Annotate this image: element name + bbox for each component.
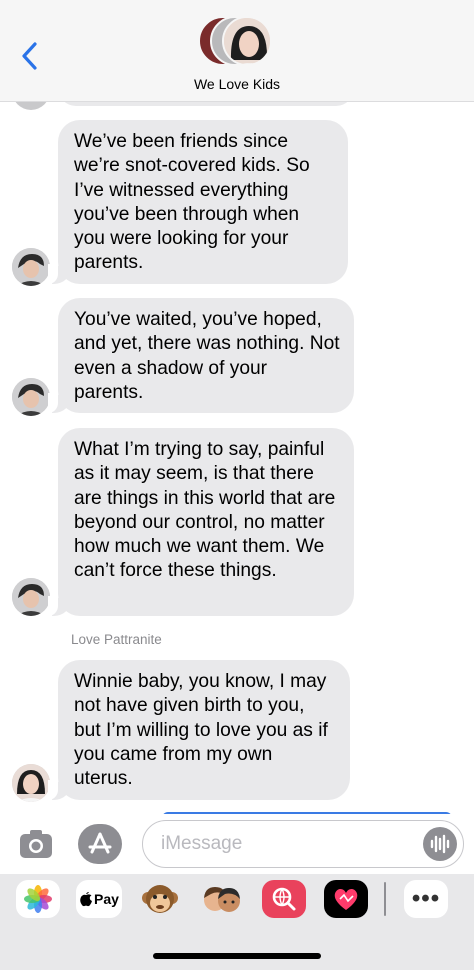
person-avatar-icon xyxy=(12,578,50,616)
conversation-header: We Love Kids xyxy=(0,0,474,102)
camera-button[interactable] xyxy=(16,826,56,862)
more-icon: ••• xyxy=(411,885,441,912)
app-store-button[interactable] xyxy=(78,824,122,864)
photos-app-button[interactable] xyxy=(16,880,60,918)
message-input-field[interactable] xyxy=(142,820,464,868)
digital-touch-button[interactable] xyxy=(324,880,368,918)
message-text: Winnie baby, you know, I may not have gi… xyxy=(74,671,328,790)
message-bubble[interactable]: Winnie baby, you know, I may not have gi… xyxy=(48,660,350,800)
person-avatar-icon xyxy=(12,378,50,416)
monkey-icon xyxy=(142,885,178,913)
message-bubble[interactable]: You’ve waited, you’ve hoped, and yet, th… xyxy=(48,298,354,413)
camera-icon xyxy=(20,830,52,858)
message-bubble[interactable]: What I’m trying to say, painful as it ma… xyxy=(48,428,354,616)
waveform-icon xyxy=(430,834,450,854)
sender-avatar[interactable] xyxy=(12,378,50,416)
message-text: We’ve been friends since we’re snot-cove… xyxy=(74,131,310,274)
message-input[interactable] xyxy=(161,830,411,858)
drawer-divider xyxy=(384,882,386,916)
woman-avatar-icon xyxy=(12,764,50,802)
memoji-stickers-button[interactable] xyxy=(200,880,244,918)
apple-logo-icon xyxy=(80,892,93,907)
animoji-app-button[interactable] xyxy=(138,880,182,918)
sender-name: Love Pattranite xyxy=(71,632,162,647)
member-avatar xyxy=(222,16,272,66)
apple-pay-button[interactable]: Pay xyxy=(76,880,122,918)
conversation-title[interactable]: We Love Kids xyxy=(0,76,474,92)
sender-avatar[interactable] xyxy=(12,764,50,802)
person-avatar-icon xyxy=(12,248,50,286)
heart-icon xyxy=(334,888,358,910)
dictation-button[interactable] xyxy=(423,827,457,861)
back-button[interactable] xyxy=(18,40,42,72)
app-store-icon xyxy=(88,832,112,854)
chevron-left-icon xyxy=(22,42,37,70)
more-apps-button[interactable]: ••• xyxy=(404,880,448,918)
woman-avatar-icon xyxy=(224,18,270,64)
home-indicator[interactable] xyxy=(153,953,321,959)
message-bubble[interactable]: We’ve been friends since we’re snot-cove… xyxy=(48,120,348,284)
apple-pay-label: Pay xyxy=(94,891,119,907)
sender-avatar[interactable] xyxy=(12,578,50,616)
photos-icon xyxy=(24,885,52,913)
message-text: What I’m trying to say, painful as it ma… xyxy=(74,439,336,582)
group-avatar[interactable] xyxy=(198,16,278,68)
memoji-icon xyxy=(204,887,240,912)
message-text: You’ve waited, you’ve hoped, and yet, th… xyxy=(74,309,340,403)
sender-avatar[interactable] xyxy=(12,248,50,286)
image-search-app-button[interactable] xyxy=(262,880,306,918)
globe-search-icon xyxy=(272,887,296,911)
